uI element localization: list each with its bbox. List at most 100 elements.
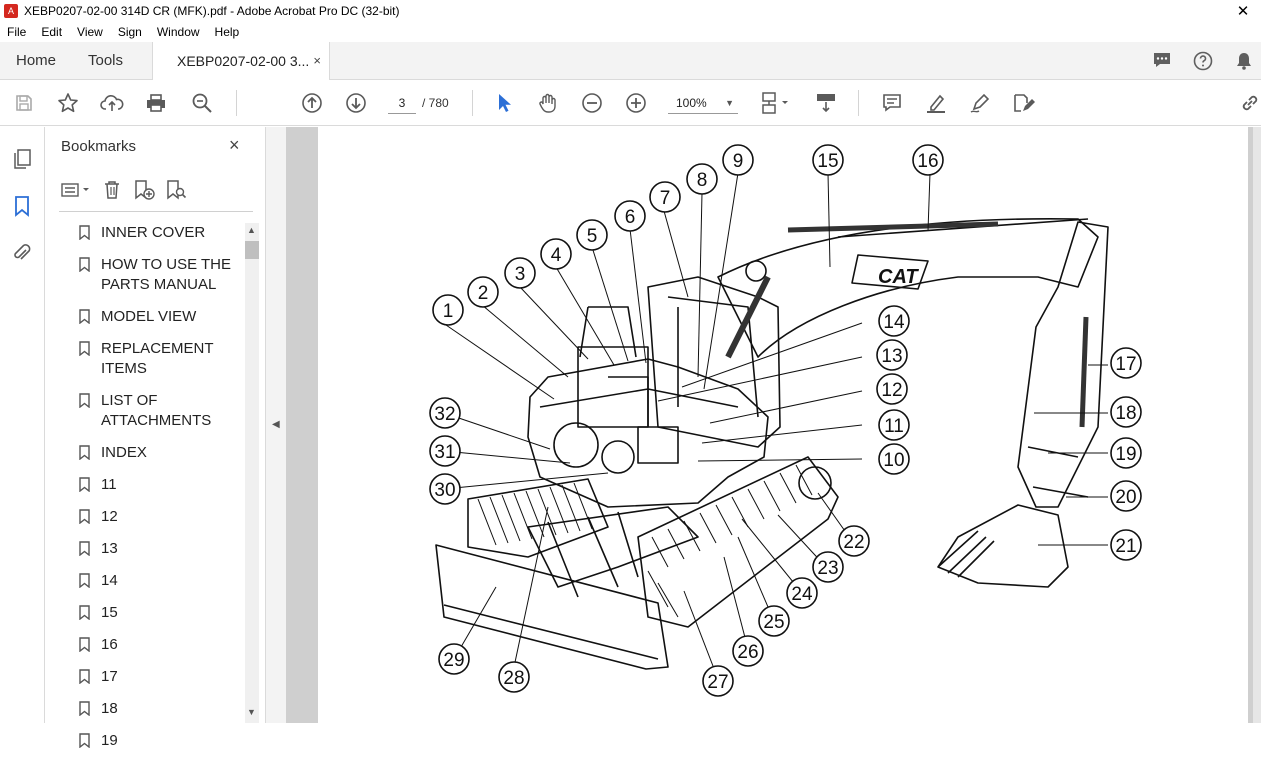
menu-window[interactable]: Window [150,25,208,39]
previous-page-icon[interactable] [300,92,324,114]
bookmark-flag-icon [79,669,90,684]
scroll-up-icon[interactable]: ▲ [247,225,256,235]
tab-close-button[interactable]: × [313,42,321,80]
bookmark-item[interactable]: MODEL VIEW [75,307,245,327]
document-scrollbar[interactable] [1253,127,1261,723]
menu-edit[interactable]: Edit [34,25,70,39]
link-icon[interactable] [1238,92,1261,114]
bookmark-item[interactable]: INDEX [75,443,245,463]
callout-group: 123456789101112131415 1617181920212223242… [429,144,1142,697]
menu-view[interactable]: View [70,25,111,39]
bucket [937,504,1069,588]
bookmarks-divider [59,211,253,212]
zoom-search-icon[interactable] [190,92,214,114]
tab-bar: Home Tools XEBP0207-02-00 3... × [0,42,1261,81]
bookmark-item[interactable]: 13 [75,539,245,559]
bookmarks-scrollbar[interactable]: ▲ ▼ [245,223,259,723]
window-title: XEBP0207-02-00 314D CR (MFK).pdf - Adobe… [24,4,400,18]
cloud-upload-icon[interactable] [100,92,124,114]
document-viewer[interactable]: CAT 1 2 3 4 5 6 7 8 9 10 11 12 13 14 15 … [286,127,1261,723]
comment-bubble-icon[interactable] [1152,51,1172,71]
menu-file[interactable]: File [0,25,34,39]
bookmark-item[interactable]: INNER COVER [75,223,245,243]
tab-tools[interactable]: Tools [88,42,123,80]
zoom-select[interactable]: 100% ▼ [668,92,738,114]
menu-help[interactable]: Help [208,25,248,39]
zoom-in-icon[interactable] [624,92,648,114]
bookmark-item[interactable]: 11 [75,475,245,495]
excavator-diagram: CAT 123456789101112131415 16171819202122… [429,144,1142,697]
sign-pen-icon[interactable] [968,92,992,114]
zoom-out-icon[interactable] [580,92,604,114]
highlight-pen-icon[interactable] [924,92,948,114]
comment-icon[interactable] [880,92,904,114]
toolbar-divider [236,90,237,116]
callout-number: 22 [843,532,864,553]
print-icon[interactable] [144,92,168,114]
bookmark-flag-icon [79,605,90,620]
next-page-icon[interactable] [344,92,368,114]
callout-number: 27 [707,672,728,693]
tab-home[interactable]: Home [16,42,56,80]
help-icon[interactable] [1193,51,1213,71]
scroll-down-icon[interactable]: ▼ [247,707,256,717]
callout-1: 1 [432,294,464,326]
scroll-mode-icon[interactable] [814,92,838,114]
save-icon[interactable] [12,92,36,114]
collapse-panel-icon[interactable]: ◀ [272,419,280,430]
bookmark-find-icon[interactable] [163,178,189,202]
bookmark-item[interactable]: 19 [75,731,245,751]
callout-16: 16 [912,144,944,176]
edit-pdf-icon[interactable] [1012,92,1036,114]
callout-number: 29 [443,650,464,671]
page-number-input[interactable]: 3 [388,92,416,114]
bookmark-item[interactable]: REPLACEMENT ITEMS [75,339,245,379]
bookmark-label: REPLACEMENT ITEMS [101,340,214,377]
bookmarks-toolbar [59,177,189,203]
pdf-page: CAT 1 2 3 4 5 6 7 8 9 10 11 12 13 14 15 … [318,127,1248,723]
callout-number: 20 [1115,487,1136,508]
bookmark-item[interactable]: 15 [75,603,245,623]
bookmark-item[interactable]: 18 [75,699,245,719]
bookmark-label: 12 [101,508,118,525]
trash-icon[interactable] [99,178,125,202]
bell-icon[interactable] [1234,51,1254,71]
callout-number: 19 [1115,444,1136,465]
page-layout-icon[interactable] [758,92,794,114]
bookmark-item[interactable]: 14 [75,571,245,591]
star-icon[interactable] [56,92,80,114]
window-close-button[interactable]: ✕ [1225,2,1261,20]
bookmarks-list: INNER COVER HOW TO USE THE PARTS MANUAL … [75,223,245,763]
callout-number: 10 [883,450,904,471]
callout-8: 8 [686,163,718,195]
new-bookmark-icon[interactable] [131,178,157,202]
callout-number: 25 [763,612,784,633]
menu-bar: File Edit View Sign Window Help [0,22,1261,42]
bookmarks-close-button[interactable]: × [229,135,240,156]
bookmark-item[interactable]: 17 [75,667,245,687]
scrollbar-thumb[interactable] [245,241,259,259]
bookmark-label: INDEX [101,444,147,461]
callout-32: 32 [429,397,461,429]
bookmark-label: LIST OF ATTACHMENTS [101,392,212,429]
callout-number: 13 [881,346,902,367]
hand-tool-icon[interactable] [536,92,560,114]
callout-number: 12 [881,380,902,401]
callout-number: 26 [737,642,758,663]
paperclip-icon[interactable] [10,241,34,265]
toolbar-divider [858,90,859,116]
page-thumbnails-icon[interactable] [10,147,34,171]
bookmark-item[interactable]: HOW TO USE THE PARTS MANUAL [75,255,245,295]
bookmark-item[interactable]: 16 [75,635,245,655]
bookmark-item[interactable]: 12 [75,507,245,527]
tab-document[interactable]: XEBP0207-02-00 3... × [152,42,330,81]
callout-14: 14 [878,305,910,337]
select-cursor-icon[interactable] [492,92,516,114]
bookmark-icon[interactable] [10,194,34,218]
bookmark-item[interactable]: LIST OF ATTACHMENTS [75,391,245,431]
callout-number: 30 [434,480,455,501]
menu-sign[interactable]: Sign [111,25,150,39]
bookmark-options-icon[interactable] [59,178,93,202]
panel-splitter[interactable]: ◀ [265,127,286,723]
bookmark-label: 14 [101,572,118,589]
